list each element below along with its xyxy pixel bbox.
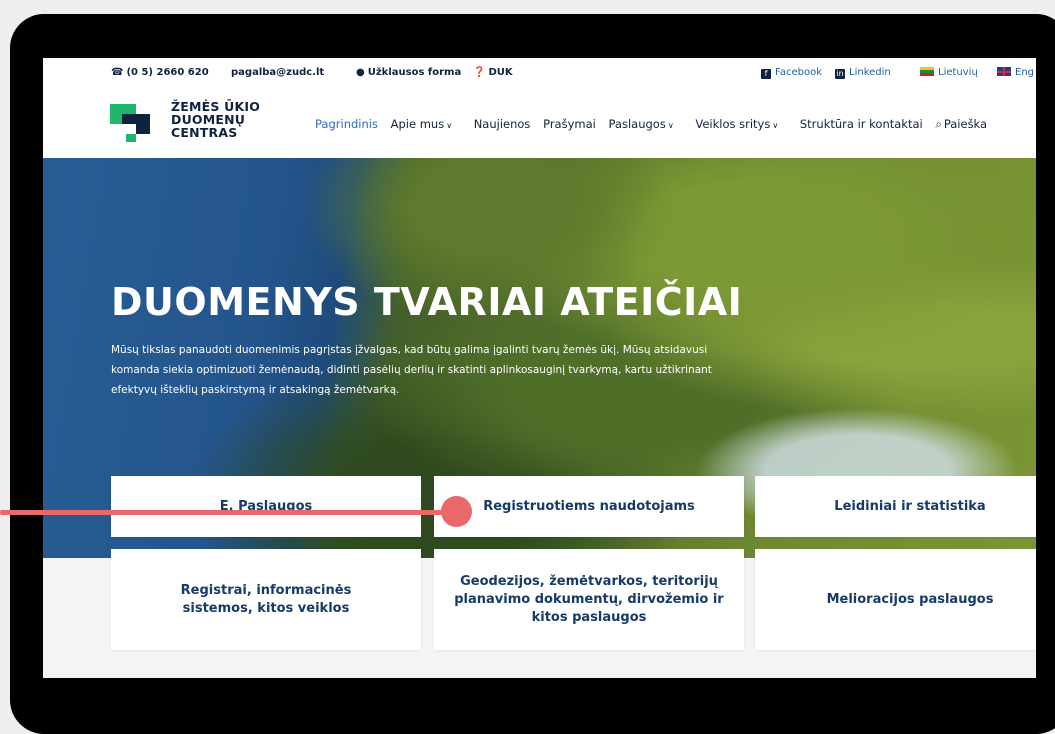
linkedin-label: Linkedin [849,67,891,78]
lang-lt-label: Lietuvių [938,67,978,78]
faq-link[interactable]: ❓ DUK [473,67,513,78]
search-icon: ⌕ [935,117,942,131]
phone-number: (0 5) 2660 620 [126,67,209,78]
phone-link[interactable]: ☎ (0 5) 2660 620 [111,67,209,78]
site-header: ŽEMĖS ŪKIO DUOMENŲ CENTRAS Pagrindinis A… [43,88,1036,158]
browser-viewport: ☎ (0 5) 2660 620 pagalba@zudc.lt ● Užklaus… [43,58,1036,678]
question-icon: ❓ [473,67,486,78]
hero-description: Mūsų tikslas panaudoti duomenimis pagrįs… [111,344,712,396]
card-e-services[interactable]: E. Paslaugos [111,476,421,537]
faq-label: DUK [488,67,513,78]
nav-item-services-label: Paslaugos [608,117,666,131]
nav-item-activities[interactable]: Veiklos sritys ∨ [695,117,787,131]
card-melioration-label: Melioracijos paslaugos [826,591,994,607]
lang-en-link[interactable]: Eng [997,67,1034,78]
chevron-down-icon: ∨ [667,121,674,130]
facebook-label: Facebook [775,67,822,78]
card-melioration[interactable]: Melioracijos paslaugos [755,549,1036,650]
linkedin-icon: in [835,69,845,79]
chevron-down-icon: ∨ [446,121,453,130]
lithuania-flag-icon [920,67,934,76]
nav-item-activities-label: Veiklos sritys [695,117,771,131]
nav-item-structure[interactable]: Struktūra ir kontaktai [800,117,923,131]
chat-icon: ● [356,67,365,78]
chevron-down-icon: ∨ [772,121,779,130]
lang-en-label: Eng [1015,67,1035,78]
card-registered-users-label: Registruotiems naudotojams [483,498,695,514]
email-link[interactable]: pagalba@zudc.lt [231,67,324,78]
logo-line-3: CENTRAS [171,125,238,140]
main-nav: Pagrindinis Apie mus ∨ Naujienos Prašymai… [315,117,996,132]
nav-item-search-label: Paieška [943,117,988,131]
annotation-pointer-line [0,510,458,515]
nav-item-requests[interactable]: Prašymai [543,117,596,131]
utility-bar: ☎ (0 5) 2660 620 pagalba@zudc.lt ● Užklaus… [43,58,1036,88]
nav-item-search[interactable]: ⌕ Paieška [935,117,987,131]
annotation-pointer-dot [441,496,472,527]
hero-title: DUOMENYS TVARIAI ATEIČIAI [111,280,743,324]
nav-item-about[interactable]: Apie mus ∨ [391,117,461,131]
card-publications[interactable]: Leidiniai ir statistika [755,476,1036,537]
logo-wordmark[interactable]: ŽEMĖS ŪKIO DUOMENŲ CENTRAS [171,100,260,139]
linkedin-link[interactable]: in Linkedin [835,67,891,79]
card-geodesy-label: Geodezijos, žemėtvarkos, teritorijų plan… [454,573,724,625]
card-registered-users[interactable]: Registruotiems naudotojams [434,476,744,537]
nav-item-about-label: Apie mus [390,117,445,131]
nav-item-news[interactable]: Naujienos [474,117,531,131]
inquiry-form-link[interactable]: ● Užklausos forma [356,67,461,78]
card-geodesy[interactable]: Geodezijos, žemėtvarkos, teritorijų plan… [434,549,744,650]
nav-item-services[interactable]: Paslaugos ∨ [609,117,683,131]
card-publications-label: Leidiniai ir statistika [834,498,986,514]
nav-item-home[interactable]: Pagrindinis [315,117,378,131]
uk-flag-icon [997,67,1011,76]
card-registers[interactable]: Registrai, informacinės sistemos, kitos … [111,549,421,650]
zudc-logo-icon[interactable] [110,104,154,144]
lang-lt-link[interactable]: Lietuvių [920,67,978,78]
facebook-link[interactable]: f Facebook [761,67,822,79]
phone-icon: ☎ [111,67,124,78]
card-registers-label: Registrai, informacinės sistemos, kitos … [180,582,352,616]
facebook-icon: f [761,69,771,79]
inquiry-form-label: Užklausos forma [367,67,462,78]
